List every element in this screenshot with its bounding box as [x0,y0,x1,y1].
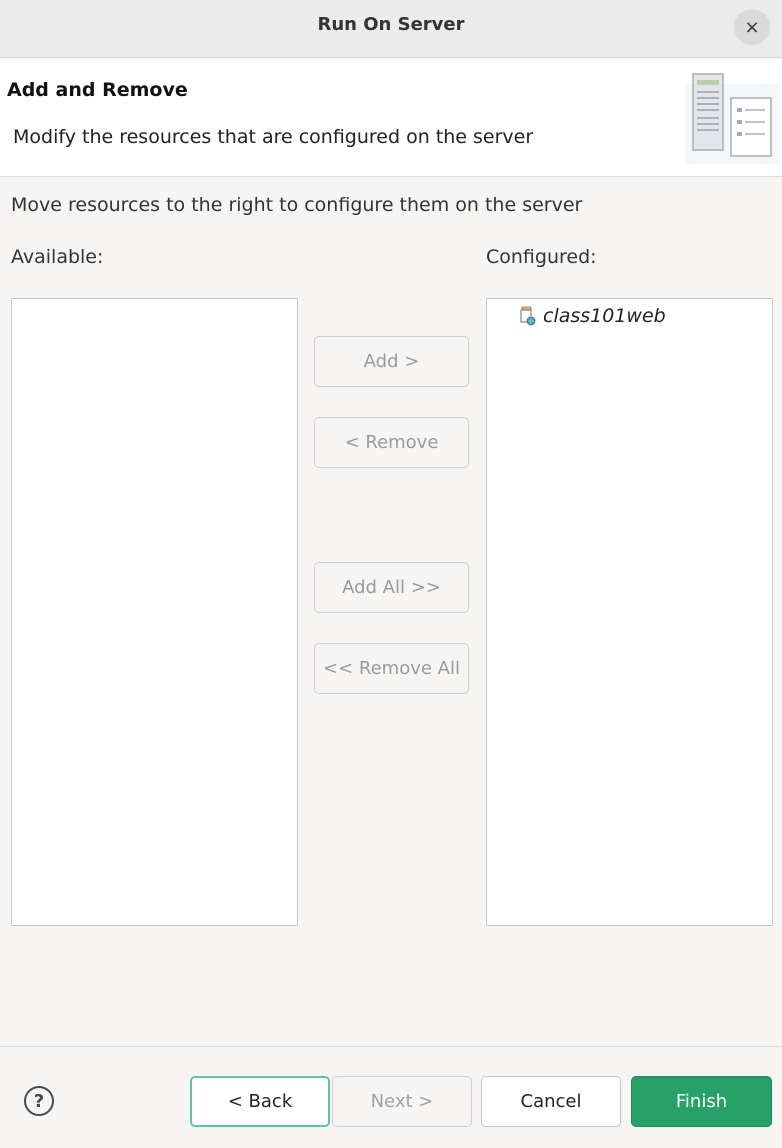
wizard-header: Add and Remove Modify the resources that… [0,59,782,177]
page-description: Modify the resources that are configured… [13,126,534,148]
configured-label: Configured: [486,246,597,268]
server-wizard-icon [685,73,779,164]
title-bar: Run On Server × [0,0,782,58]
add-all-button[interactable]: Add All >> [314,562,469,613]
cancel-button[interactable]: Cancel [481,1076,621,1127]
web-project-icon [520,306,536,326]
instruction-text: Move resources to the right to configure… [11,194,583,216]
window-title: Run On Server [317,14,465,35]
help-icon[interactable]: ? [24,1086,54,1116]
configured-item-label: class101web [543,305,666,327]
list-item[interactable]: class101web [519,305,666,327]
close-icon: × [744,16,760,38]
configured-list[interactable]: class101web [486,298,773,926]
back-button[interactable]: < Back [190,1076,330,1127]
available-list[interactable] [11,298,298,926]
finish-button[interactable]: Finish [631,1076,772,1127]
available-label: Available: [11,246,104,268]
next-button[interactable]: Next > [332,1076,472,1127]
page-title: Add and Remove [7,79,188,101]
close-button[interactable]: × [734,9,770,45]
remove-button[interactable]: < Remove [314,417,469,468]
add-button[interactable]: Add > [314,336,469,387]
remove-all-button[interactable]: << Remove All [314,643,469,694]
footer-divider [0,1046,782,1047]
